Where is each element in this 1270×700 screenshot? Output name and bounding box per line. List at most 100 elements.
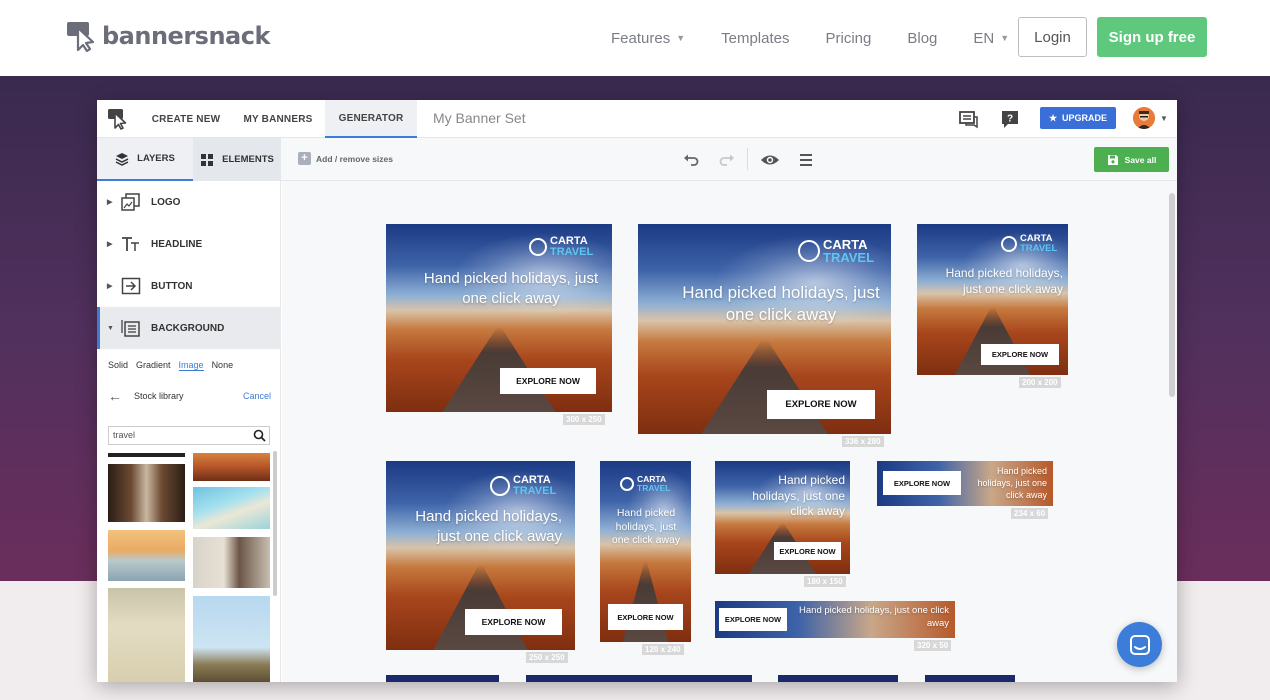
cursor-logo-icon — [67, 22, 95, 52]
cancel-link[interactable]: Cancel — [243, 391, 271, 401]
stock-thumb[interactable] — [193, 596, 270, 682]
add-remove-sizes-button[interactable]: + Add / remove sizes — [298, 152, 393, 165]
signup-button[interactable]: Sign up free — [1097, 17, 1207, 57]
bannersnack-logo[interactable]: bannersnack — [66, 20, 270, 52]
explore-now-button[interactable]: EXPLORE NOW — [608, 604, 683, 630]
brand-lines: CARTA TRAVEL — [1020, 234, 1057, 253]
stock-thumb[interactable] — [193, 537, 270, 588]
stock-library-header: ← Stock library Cancel — [108, 388, 271, 404]
login-button[interactable]: Login — [1018, 17, 1087, 57]
layer-logo[interactable]: ▶ LOGO — [97, 181, 281, 223]
explore-now-button[interactable]: EXPLORE NOW — [981, 344, 1059, 365]
nav-language[interactable]: EN ▼ — [973, 30, 1009, 47]
bg-type-image[interactable]: Image — [178, 360, 204, 371]
banner-200x200[interactable]: CARTA TRAVEL Hand picked holidays, just … — [917, 224, 1068, 375]
chevron-down-icon: ▼ — [676, 33, 686, 43]
nav-templates[interactable]: Templates — [721, 30, 789, 47]
search-icon[interactable] — [253, 429, 266, 442]
explore-now-button[interactable]: EXPLORE NOW — [465, 609, 562, 635]
stock-thumb[interactable] — [108, 530, 185, 581]
carta-travel-logo: CARTA TRAVEL — [1001, 234, 1057, 253]
tab-generator[interactable]: GENERATOR — [325, 100, 417, 138]
layer-background-label: BACKGROUND — [151, 322, 225, 334]
nav-features[interactable]: Features ▼ — [611, 30, 685, 47]
chat-launcher[interactable] — [1117, 622, 1162, 667]
size-label: 120 x 240 — [642, 644, 684, 655]
banner-set-title[interactable]: My Banner Set — [433, 110, 526, 126]
banner-road — [701, 339, 828, 434]
banner-headline: Hand picked holidays, just one click awa… — [945, 266, 1063, 296]
banner-320x50[interactable]: EXPLORE NOW Hand picked holidays, just o… — [715, 601, 955, 638]
banner-250x250[interactable]: CARTA TRAVEL Hand picked holidays, just … — [386, 461, 575, 650]
upgrade-label: UPGRADE — [1062, 113, 1108, 123]
help-icon[interactable]: ? — [1000, 109, 1020, 129]
plus-icon: + — [298, 152, 311, 165]
bg-type-none[interactable]: None — [212, 360, 234, 371]
preview-eye-icon[interactable] — [760, 152, 780, 168]
canvas-scrollbar[interactable] — [1169, 193, 1175, 397]
avatar[interactable] — [1133, 107, 1155, 129]
bg-type-gradient[interactable]: Gradient — [136, 360, 171, 371]
upgrade-button[interactable]: ★ UPGRADE — [1040, 107, 1116, 129]
add-sizes-label: Add / remove sizes — [316, 153, 394, 164]
stock-thumb[interactable] — [108, 588, 185, 682]
stock-search-value: travel — [113, 430, 136, 440]
explore-now-button[interactable]: EXPLORE NOW — [883, 471, 961, 495]
banner-336x280[interactable]: CARTA TRAVEL Hand picked holidays, just … — [638, 224, 891, 434]
tab-layers[interactable]: LAYERS — [97, 138, 193, 181]
caret-right-icon: ▶ — [107, 199, 113, 206]
explore-now-button[interactable]: EXPLORE NOW — [767, 390, 875, 419]
banner-partial[interactable] — [386, 675, 499, 682]
banner-headline: Hand picked holidays, just one click awa… — [977, 466, 1047, 501]
brand-travel: TRAVEL — [1020, 242, 1058, 254]
comments-icon[interactable] — [958, 109, 978, 129]
tab-elements-label: ELEMENTS — [222, 154, 274, 165]
explore-now-button[interactable]: EXPLORE NOW — [719, 608, 787, 631]
banner-120x240[interactable]: CARTA TRAVEL Hand picked holidays, just … — [600, 461, 691, 642]
stock-thumb[interactable] — [108, 464, 185, 522]
layer-headline-label: HEADLINE — [151, 238, 203, 250]
banner-300x250[interactable]: CARTA TRAVEL Hand picked holidays, just … — [386, 224, 612, 412]
layer-background[interactable]: ▼ BACKGROUND — [97, 307, 281, 349]
chevron-down-icon[interactable]: ▼ — [1160, 114, 1168, 123]
carta-travel-logo: CARTA TRAVEL — [798, 238, 874, 264]
banner-partial[interactable] — [925, 675, 1015, 682]
toolbar-divider — [747, 148, 748, 170]
explore-now-button[interactable]: EXPLORE NOW — [500, 368, 596, 394]
nav-language-label: EN — [973, 29, 995, 47]
nav-blog[interactable]: Blog — [907, 30, 937, 47]
arrow-left-icon[interactable]: ← — [108, 388, 122, 404]
tab-my-banners[interactable]: MY BANNERS — [237, 100, 319, 138]
stock-thumb[interactable] — [193, 453, 270, 481]
cursor-logo-icon[interactable] — [107, 108, 129, 130]
nav-features-label: Features — [611, 29, 671, 47]
carta-travel-logo: CARTA TRAVEL — [529, 236, 593, 258]
nav-pricing[interactable]: Pricing — [826, 30, 872, 47]
brand-travel: TRAVEL — [637, 482, 671, 493]
layer-headline[interactable]: ▶ HEADLINE — [97, 223, 281, 265]
redo-icon[interactable] — [719, 152, 735, 168]
bg-type-solid[interactable]: Solid — [108, 360, 128, 371]
stock-thumb[interactable] — [193, 487, 270, 529]
undo-icon[interactable] — [683, 152, 699, 168]
banner-234x60[interactable]: EXPLORE NOW Hand picked holidays, just o… — [877, 461, 1053, 506]
caret-down-icon: ▼ — [107, 324, 114, 332]
layer-button[interactable]: ▶ BUTTON — [97, 265, 281, 307]
stock-search-input[interactable]: travel — [108, 426, 270, 445]
nav-pricing-label: Pricing — [825, 29, 872, 47]
save-all-button[interactable]: Save all — [1094, 147, 1169, 172]
menu-icon[interactable] — [799, 152, 813, 168]
banner-partial[interactable] — [526, 675, 752, 682]
thumbnails-scrollbar[interactable] — [273, 451, 277, 596]
tab-create-new[interactable]: CREATE NEW — [143, 100, 229, 138]
tab-elements[interactable]: ELEMENTS — [193, 138, 281, 181]
banner-180x150[interactable]: Hand picked holidays, just one click awa… — [715, 461, 850, 574]
svg-text:?: ? — [1007, 114, 1013, 125]
nav-templates-label: Templates — [721, 29, 790, 47]
brand-lines: CARTA TRAVEL — [823, 238, 874, 264]
size-label: 234 x 60 — [1011, 508, 1049, 519]
banner-headline: Hand picked holidays, just one click awa… — [682, 283, 880, 325]
banner-partial[interactable] — [778, 675, 898, 682]
stock-thumb[interactable] — [108, 453, 185, 457]
explore-now-button[interactable]: EXPLORE NOW — [774, 542, 841, 560]
